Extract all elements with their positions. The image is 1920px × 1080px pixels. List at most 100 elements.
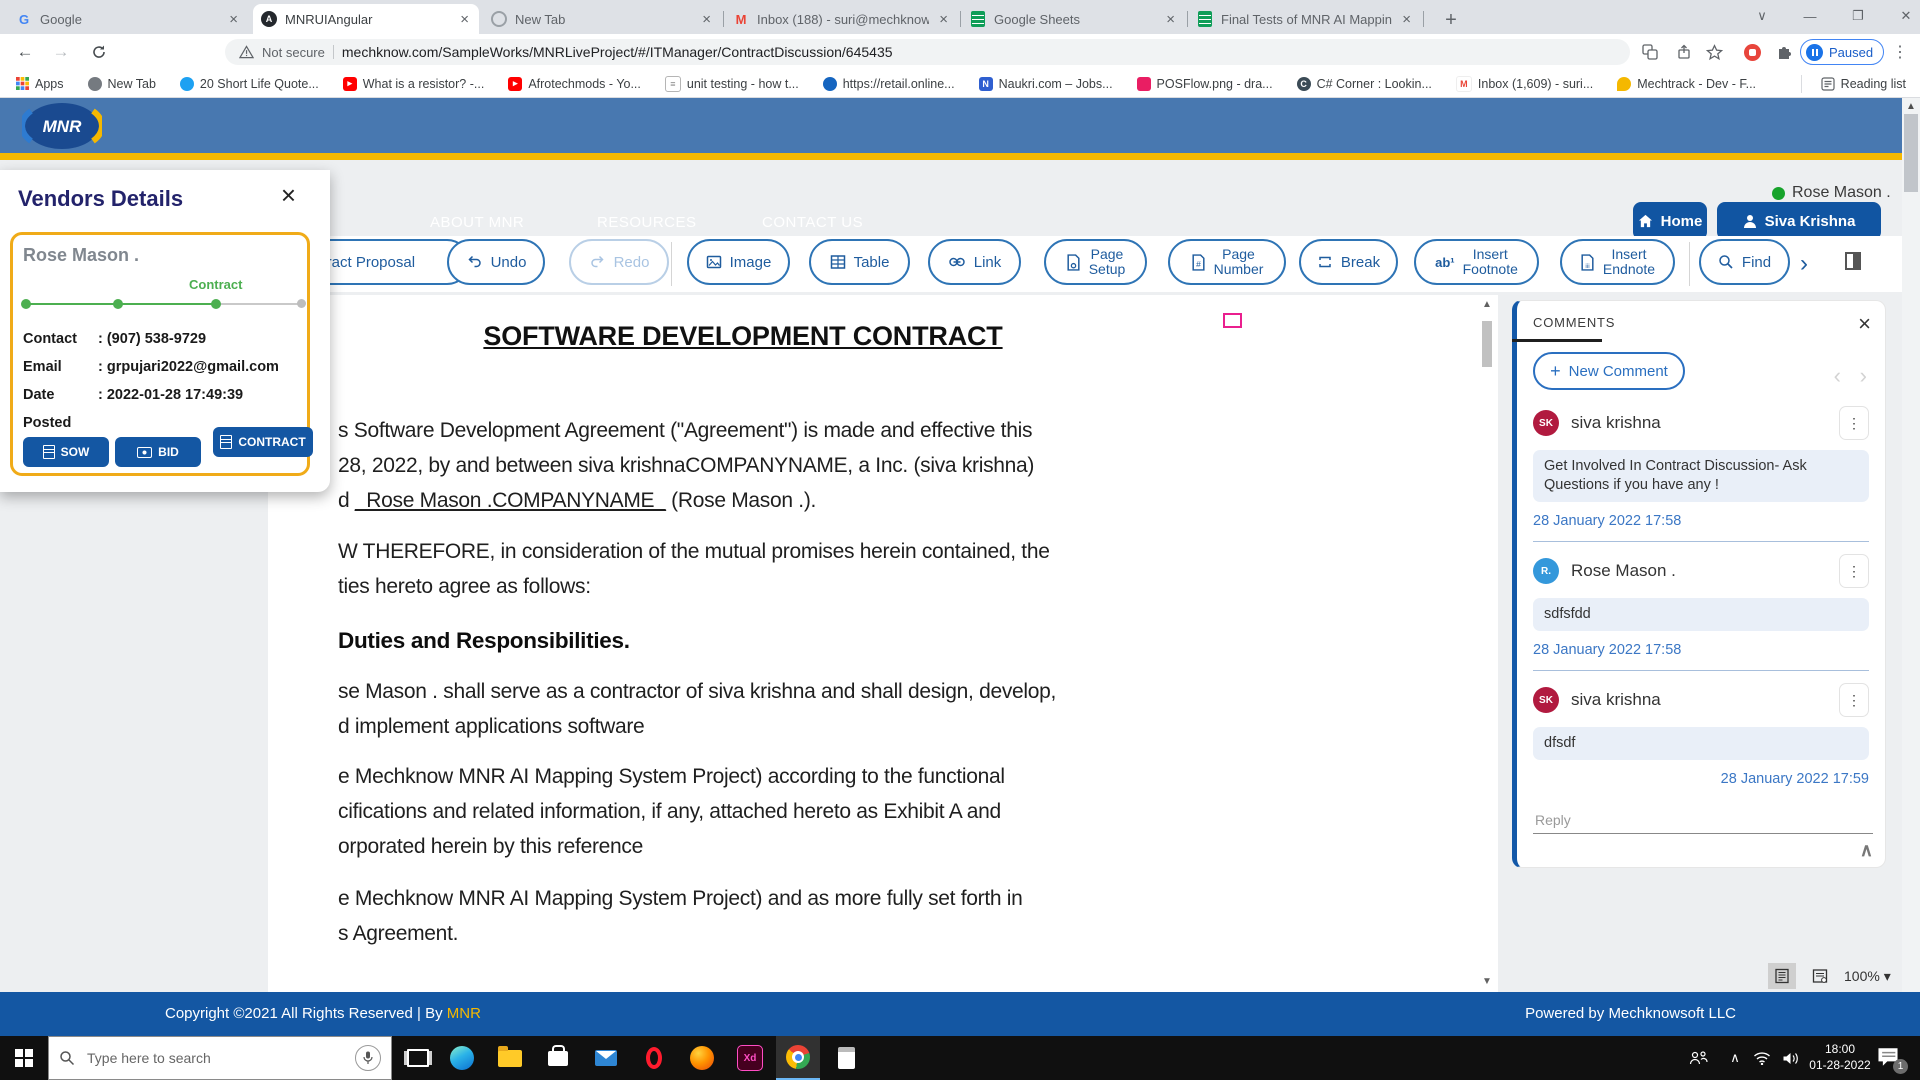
- taskbar-edge[interactable]: [440, 1036, 484, 1080]
- insert-footnote-button[interactable]: ab¹ InsertFootnote: [1414, 239, 1539, 285]
- share-icon[interactable]: [1674, 42, 1694, 62]
- prev-comment-icon[interactable]: ‹: [1834, 363, 1841, 389]
- contract-button[interactable]: CONTRACT: [213, 427, 313, 457]
- reload-icon[interactable]: [86, 39, 112, 65]
- bookmark-star-icon[interactable]: [1704, 42, 1724, 62]
- scroll-up-icon[interactable]: ▲: [1482, 299, 1492, 310]
- toolbar-more-chevron-icon[interactable]: ›: [1800, 250, 1808, 278]
- reply-input[interactable]: [1533, 807, 1873, 834]
- extensions-puzzle-icon[interactable]: [1774, 42, 1794, 62]
- url-bar[interactable]: Not secure mechknow.com/SampleWorks/MNRL…: [225, 39, 1630, 65]
- link-button[interactable]: Link: [928, 239, 1021, 285]
- bookmark-afrotechmods[interactable]: ▸ Afrotechmods - Yo...: [508, 77, 641, 91]
- comment-menu-button[interactable]: ⋮: [1839, 683, 1869, 717]
- nav-contact-us[interactable]: CONTACT US: [762, 214, 863, 231]
- tab-close-icon[interactable]: ×: [700, 12, 713, 27]
- popup-close-icon[interactable]: ×: [281, 182, 296, 208]
- nav-about-mnr[interactable]: ABOUT MNR: [430, 214, 524, 231]
- zoom-select[interactable]: 100% ▾: [1844, 968, 1891, 985]
- adblock-extension-icon[interactable]: [1742, 42, 1762, 62]
- tab-search-icon[interactable]: ∨: [1742, 0, 1782, 32]
- action-center-button[interactable]: 1: [1876, 1046, 1902, 1070]
- search-input[interactable]: [85, 1049, 345, 1067]
- side-panel-toggle-icon[interactable]: [1845, 252, 1861, 270]
- bookmark-resistor-video[interactable]: ▸ What is a resistor? -...: [343, 77, 485, 91]
- taskbar-chrome[interactable]: [776, 1036, 820, 1080]
- new-tab-button[interactable]: +: [1437, 6, 1465, 34]
- browser-menu-icon[interactable]: ⋮: [1890, 42, 1910, 62]
- bid-button[interactable]: BID: [115, 437, 201, 467]
- tab-close-icon[interactable]: ×: [1400, 12, 1413, 27]
- new-comment-button[interactable]: + New Comment: [1533, 352, 1685, 390]
- find-button[interactable]: Find: [1699, 239, 1790, 285]
- user-menu-button[interactable]: Siva Krishna: [1717, 202, 1881, 240]
- mnr-logo[interactable]: MNR: [22, 101, 102, 151]
- bookmark-new-tab[interactable]: New Tab: [88, 77, 156, 91]
- next-comment-icon[interactable]: ›: [1860, 363, 1867, 389]
- undo-button[interactable]: Undo: [447, 239, 545, 285]
- comments-close-icon[interactable]: ×: [1858, 311, 1871, 337]
- tab-final-tests[interactable]: Final Tests of MNR AI Mapping S ×: [1189, 4, 1421, 34]
- tab-inbox[interactable]: M Inbox (188) - suri@mechknowsof ×: [725, 4, 958, 34]
- volume-button[interactable]: [1776, 1036, 1806, 1080]
- scroll-up-icon[interactable]: ▲: [1906, 101, 1916, 112]
- comment-menu-button[interactable]: ⋮: [1839, 406, 1869, 440]
- tray-expand-button[interactable]: ∧: [1722, 1036, 1748, 1080]
- bookmark-inbox[interactable]: M Inbox (1,609) - suri...: [1456, 76, 1593, 92]
- bookmark-posflow[interactable]: POSFlow.png - dra...: [1137, 77, 1273, 91]
- bookmark-naukri[interactable]: N Naukri.com – Jobs...: [979, 77, 1113, 91]
- bookmark-csharp-corner[interactable]: C C# Corner : Lookin...: [1297, 77, 1432, 91]
- bookmark-quotes[interactable]: 20 Short Life Quote...: [180, 77, 319, 91]
- taskbar-search[interactable]: [48, 1036, 392, 1080]
- microphone-icon[interactable]: [355, 1045, 381, 1071]
- tab-sheets[interactable]: Google Sheets ×: [962, 4, 1185, 34]
- translate-icon[interactable]: [1640, 42, 1660, 62]
- reading-list-button[interactable]: Reading list: [1821, 77, 1906, 91]
- forward-icon[interactable]: →: [48, 39, 74, 65]
- scrollbar-thumb[interactable]: [1904, 114, 1918, 192]
- tab-newtab[interactable]: New Tab ×: [483, 4, 721, 34]
- scrollbar-thumb[interactable]: [1482, 321, 1492, 367]
- collapse-panel-icon[interactable]: ∧: [1860, 840, 1873, 861]
- taskbar-calculator[interactable]: [824, 1036, 868, 1080]
- print-layout-icon[interactable]: [1768, 963, 1796, 989]
- web-layout-icon[interactable]: [1806, 963, 1834, 989]
- close-window-icon[interactable]: ✕: [1886, 0, 1920, 32]
- tab-mnruiangular[interactable]: A MNRUIAngular ×: [253, 4, 479, 34]
- maximize-icon[interactable]: ❐: [1838, 0, 1878, 32]
- scroll-down-icon[interactable]: ▼: [1482, 976, 1492, 987]
- insert-endnote-button[interactable]: iii InsertEndnote: [1560, 239, 1675, 285]
- bookmark-unit-testing[interactable]: ≡ unit testing - how t...: [665, 76, 799, 92]
- page-scrollbar[interactable]: ▲ ▼: [1902, 98, 1920, 1036]
- taskbar-store[interactable]: [536, 1036, 580, 1080]
- tab-google[interactable]: G Google ×: [8, 4, 248, 34]
- document-scrollbar[interactable]: ▲ ▼: [1480, 299, 1494, 987]
- wifi-button[interactable]: [1748, 1036, 1776, 1080]
- break-button[interactable]: Break: [1299, 239, 1398, 285]
- tab-close-icon[interactable]: ×: [1164, 12, 1177, 27]
- extension-paused-button[interactable]: Paused: [1800, 39, 1884, 65]
- bookmark-mechtrack[interactable]: Mechtrack - Dev - F...: [1617, 77, 1756, 91]
- home-button[interactable]: Home: [1633, 202, 1707, 240]
- table-button[interactable]: Table: [809, 239, 910, 285]
- nav-resources[interactable]: RESOURCES: [597, 214, 697, 231]
- taskbar-clock[interactable]: 18:00 01-28-2022: [1808, 1041, 1872, 1073]
- page-setup-button[interactable]: PageSetup: [1044, 239, 1147, 285]
- footer-brand[interactable]: MNR: [447, 1005, 481, 1022]
- taskbar-mail[interactable]: [584, 1036, 628, 1080]
- taskbar-firefox[interactable]: [680, 1036, 724, 1080]
- taskbar-opera[interactable]: [632, 1036, 676, 1080]
- minimize-icon[interactable]: —: [1790, 0, 1830, 32]
- task-view-button[interactable]: [396, 1036, 440, 1080]
- tab-close-icon[interactable]: ×: [227, 12, 240, 27]
- bookmark-retail-online[interactable]: https://retail.online...: [823, 77, 955, 91]
- bookmark-apps[interactable]: Apps: [16, 77, 64, 91]
- people-button[interactable]: [1682, 1036, 1716, 1080]
- page-number-button[interactable]: # PageNumber: [1168, 239, 1286, 285]
- start-button[interactable]: [0, 1036, 48, 1080]
- sow-button[interactable]: SOW: [23, 437, 109, 467]
- redo-button[interactable]: Redo: [569, 239, 669, 285]
- taskbar-adobe-xd[interactable]: Xd: [728, 1036, 772, 1080]
- comment-menu-button[interactable]: ⋮: [1839, 554, 1869, 588]
- taskbar-explorer[interactable]: [488, 1036, 532, 1080]
